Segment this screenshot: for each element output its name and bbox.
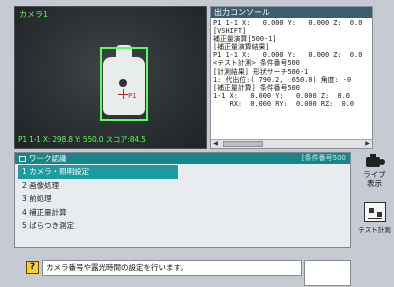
flow-step-image-processing[interactable]: 2 画像処理	[18, 179, 347, 193]
video-camera-icon	[364, 154, 386, 168]
status-message: カメラ番号や露光時間の設定を行います。	[42, 260, 302, 276]
camera-label: カメラ1	[19, 10, 49, 19]
detection-marker-label: P1	[128, 92, 137, 100]
console-lines: P1 1-1 X: 0.000 Y: 0.000 Z: 0.0 [VSHIFT]…	[211, 18, 372, 109]
output-console: 出力コンソール P1 1-1 X: 0.000 Y: 0.000 Z: 0.0 …	[210, 6, 373, 149]
scroll-left-icon[interactable]: ◀	[211, 140, 220, 148]
crosshair-vertical	[123, 89, 124, 99]
flow-step-preprocessing[interactable]: 3 前処理	[18, 192, 347, 206]
console-line: 1: 代出位:( 790.2, 650.0) 角度: -0	[213, 75, 352, 84]
test-measure-button[interactable]: テスト計測	[357, 202, 392, 242]
test-measure-label: テスト計測	[358, 226, 391, 234]
console-line: <テスト計測> 条件番号500	[213, 59, 300, 68]
panel-icon	[19, 156, 26, 162]
console-line: [VSHIFT]	[213, 27, 247, 36]
console-line: 1-1 X: 0.000 Y: 0.000 Z: 0.0	[213, 91, 350, 100]
work-flow-panel: ワーク認識 [条件番号500 1 カメラ・照明設定 2 画像処理 3 前処理 4…	[14, 152, 351, 248]
live-view-label: ライブ 表示	[363, 170, 386, 188]
message-bar: ? カメラ番号や露光時間の設定を行います。	[14, 252, 394, 287]
flow-title: ワーク認識	[29, 154, 67, 163]
flow-step-camera-light[interactable]: 1 カメラ・照明設定	[18, 165, 178, 179]
help-icon[interactable]: ?	[26, 261, 39, 274]
app-frame: P1 カメラ1 P1 1-1 X: 298.8 Y: 550.0 スコア:84.…	[0, 0, 394, 287]
test-measure-icon	[363, 202, 386, 222]
flow-header: ワーク認識 [条件番号500	[15, 153, 350, 164]
condition-number: [条件番号500	[301, 154, 346, 162]
console-title: 出力コンソール	[211, 7, 372, 18]
flow-step-list: 1 カメラ・照明設定 2 画像処理 3 前処理 4 補正量計算 5 ばらつき測定	[15, 164, 350, 234]
scrollbar-thumb[interactable]	[223, 141, 263, 147]
live-view-button[interactable]: ライブ 表示	[357, 154, 392, 198]
value-field[interactable]	[304, 260, 351, 286]
console-line: [計測結果] 形状サーチ500-1	[213, 67, 309, 76]
console-line: [補正量演算結果]	[213, 43, 270, 52]
console-line: P1 1-1 X: 0.000 Y: 0.000 Z: 0.0	[213, 19, 363, 27]
camera-status-readout: P1 1-1 X: 298.8 Y: 550.0 スコア:84.5	[18, 135, 146, 144]
console-line: [補正量計算] 条件番号500	[213, 83, 300, 92]
side-toolbar: ライブ 表示 テスト計測	[355, 152, 394, 248]
flow-step-variation-measure[interactable]: 5 ばらつき測定	[18, 219, 347, 233]
console-horizontal-scrollbar[interactable]: ◀ ▶	[211, 139, 372, 148]
part-hole	[119, 79, 127, 87]
flow-step-correction-calc[interactable]: 4 補正量計算	[18, 206, 347, 220]
console-line: RX: 0.000 RY: 0.000 RZ: 0.0	[213, 99, 355, 108]
camera-view[interactable]: P1 カメラ1 P1 1-1 X: 298.8 Y: 550.0 スコア:84.…	[14, 6, 207, 149]
scroll-right-icon[interactable]: ▶	[363, 140, 372, 148]
